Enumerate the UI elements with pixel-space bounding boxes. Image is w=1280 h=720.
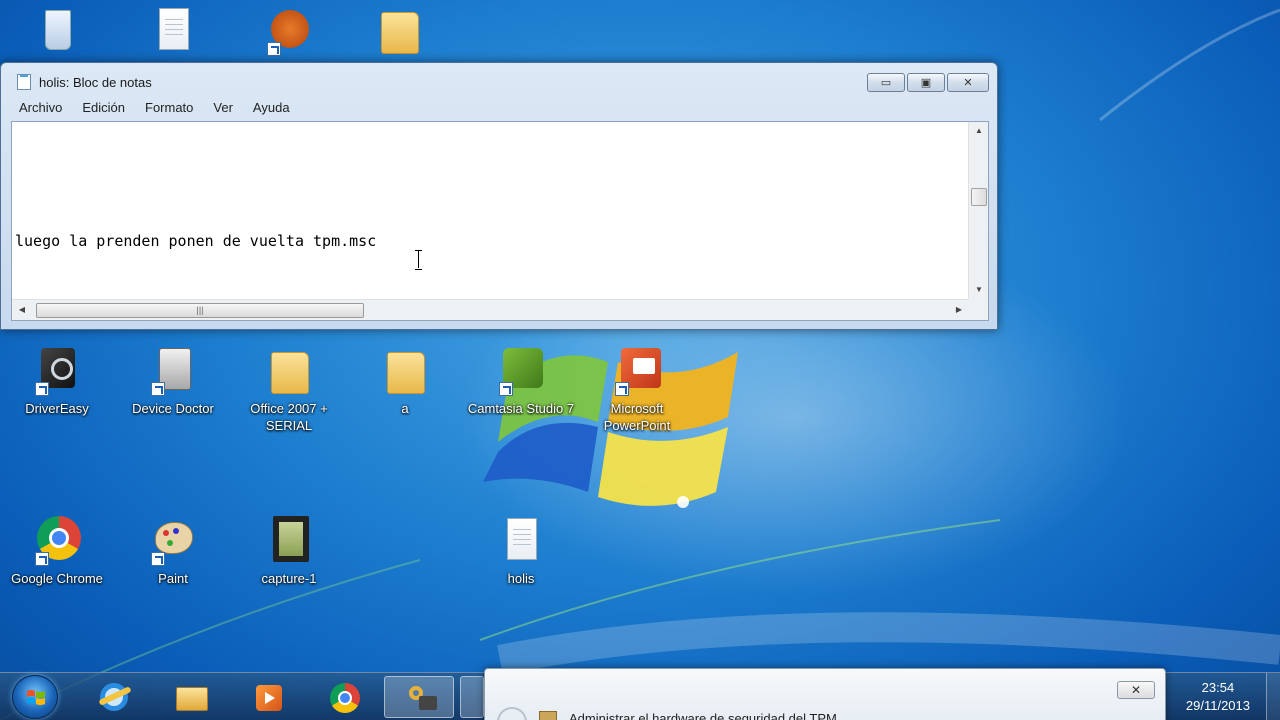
menu-edicion[interactable]: Edición — [72, 99, 135, 119]
scroll-up-icon[interactable]: ▲ — [969, 122, 989, 140]
vertical-scroll-thumb[interactable] — [971, 188, 987, 206]
folder-icon — [379, 344, 431, 396]
minimize-button[interactable]: ▭ — [867, 73, 905, 92]
text-cursor-icon — [414, 250, 423, 270]
clock-time: 23:54 — [1201, 680, 1235, 695]
desktop-icon-holis[interactable]: holis — [466, 514, 576, 587]
chrome-icon — [328, 683, 360, 713]
text-document[interactable] — [118, 4, 228, 60]
video-file-icon — [263, 514, 315, 566]
close-button[interactable]: ✕ — [947, 73, 989, 92]
menu-formato[interactable]: Formato — [135, 99, 203, 119]
desktop-icon-capture[interactable]: capture-1 — [234, 514, 344, 587]
menu-ayuda[interactable]: Ayuda — [243, 99, 300, 119]
desktop-icon-drivereasy[interactable]: DriverEasy — [2, 344, 112, 417]
folder-icon — [373, 4, 425, 56]
recycle-bin-icon — [31, 4, 83, 56]
paint-icon — [147, 514, 199, 566]
icon-label: a — [401, 401, 409, 416]
desktop-icon-paint[interactable]: Paint — [118, 514, 228, 587]
horizontal-scrollbar[interactable]: ◀ ||| ▶ — [12, 299, 969, 320]
powerpoint-icon — [611, 344, 663, 396]
desktop-icon-device-doctor[interactable]: Device Doctor — [118, 344, 228, 417]
scroll-left-icon[interactable]: ◀ — [12, 300, 32, 320]
icon-label: Camtasia Studio 7 — [467, 401, 575, 416]
text-file-icon — [495, 514, 547, 566]
windows-flag-icon — [27, 690, 45, 705]
editor-content[interactable]: luego la prenden ponen de vuelta tpm.msc — [15, 232, 376, 250]
scroll-down-icon[interactable]: ▼ — [969, 281, 989, 299]
title-bar[interactable]: holis: Bloc de notas ▭ ▣ ✕ — [1, 63, 997, 99]
start-button[interactable] — [12, 675, 58, 719]
horizontal-scroll-thumb[interactable]: ||| — [36, 303, 364, 318]
icon-label: Office 2007 + SERIAL — [250, 401, 328, 433]
vertical-scrollbar[interactable]: ▲ ▼ — [968, 122, 988, 299]
desktop-icon-chrome[interactable]: Google Chrome — [2, 514, 112, 587]
tpm-popup[interactable]: ✕ Administrar el hardware de seguridad d… — [484, 668, 1166, 720]
system-tray: 23:54 29/11/2013 — [1170, 673, 1280, 720]
desktop-icon-powerpoint[interactable]: Microsoft PowerPoint — [582, 344, 692, 434]
media-player-icon — [252, 683, 282, 711]
folder-icon — [263, 344, 315, 396]
desktop-icon-a[interactable]: a — [350, 344, 460, 417]
clock[interactable]: 23:54 29/11/2013 — [1186, 679, 1250, 715]
icon-label: DriverEasy — [25, 401, 89, 416]
popup-back-icon[interactable] — [497, 707, 527, 720]
security-key-icon — [405, 684, 437, 712]
taskbar-chrome[interactable] — [308, 676, 378, 718]
explorer-icon — [176, 683, 208, 711]
clock-date: 29/11/2013 — [1185, 698, 1250, 713]
icon-label: capture-1 — [261, 571, 317, 586]
taskbar-active-window[interactable] — [460, 676, 484, 718]
notepad-window[interactable]: holis: Bloc de notas ▭ ▣ ✕ Archivo Edici… — [0, 62, 998, 330]
show-desktop-button[interactable] — [1266, 673, 1280, 720]
taskbar-security-app[interactable] — [384, 676, 454, 718]
icon-label: Paint — [158, 571, 188, 586]
text-editor[interactable]: luego la prenden ponen de vuelta tpm.msc… — [11, 121, 989, 321]
menu-bar: Archivo Edición Formato Ver Ayuda — [9, 99, 300, 119]
text-file-icon — [147, 4, 199, 56]
taskbar-explorer[interactable] — [156, 676, 226, 718]
taskbar-media-player[interactable] — [232, 676, 302, 718]
recycle-bin[interactable] — [2, 4, 112, 60]
camtasia-icon — [495, 344, 547, 396]
taskbar-internet-explorer[interactable] — [78, 676, 148, 718]
notepad-icon — [17, 74, 31, 90]
menu-ver[interactable]: Ver — [203, 99, 243, 119]
icon-label: Microsoft PowerPoint — [603, 401, 671, 433]
popup-close-button[interactable]: ✕ — [1117, 681, 1155, 699]
hand-app-shortcut[interactable] — [234, 4, 344, 60]
hand-app-icon — [263, 4, 315, 56]
icon-label: holis — [507, 571, 535, 586]
icon-label: Device Doctor — [132, 401, 214, 416]
tpm-icon — [539, 711, 557, 720]
drivereasy-icon — [31, 344, 83, 396]
internet-explorer-icon — [98, 683, 132, 711]
window-title: holis: Bloc de notas — [39, 75, 152, 90]
desktop-icon-office[interactable]: Office 2007 + SERIAL — [234, 344, 344, 434]
folder-top[interactable] — [344, 4, 454, 60]
scroll-right-icon[interactable]: ▶ — [949, 300, 969, 320]
menu-archivo[interactable]: Archivo — [9, 99, 72, 119]
icon-label: Google Chrome — [11, 571, 103, 586]
scroll-corner — [968, 299, 988, 320]
popup-text: Administrar el hardware de seguridad del… — [569, 711, 837, 720]
maximize-button[interactable]: ▣ — [907, 73, 945, 92]
desktop-icon-camtasia[interactable]: Camtasia Studio 7 — [466, 344, 576, 417]
device-doctor-icon — [147, 344, 199, 396]
chrome-icon — [31, 514, 83, 566]
